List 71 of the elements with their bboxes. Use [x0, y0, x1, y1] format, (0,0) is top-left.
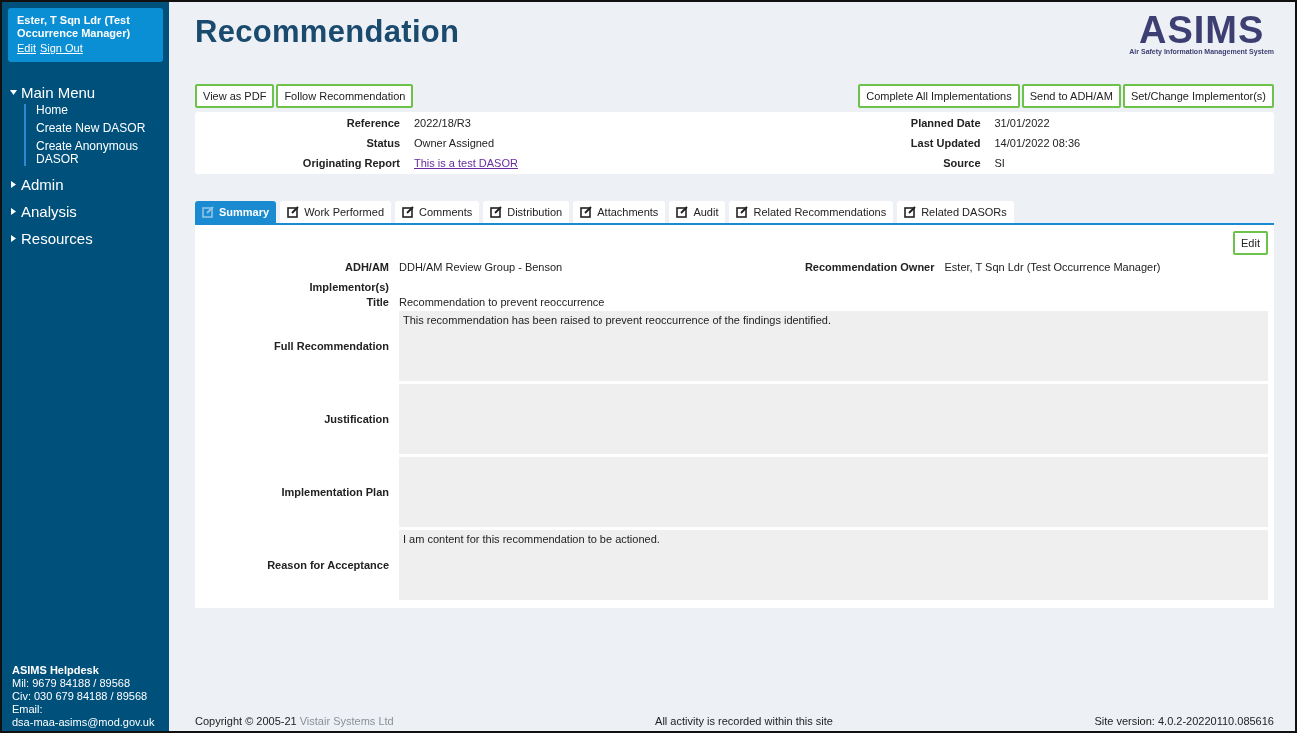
helpdesk-phone: Mil: 9679 84188 / 89568 — [12, 677, 132, 690]
text-area[interactable]: I am content for this recommendation to be actioned. — [399, 530, 1268, 600]
field-value: Ester, T Sqn Ldr (Test Occurrence Manager) — [944, 261, 1162, 273]
copyright-text: Copyright © 2005-21 — [195, 715, 297, 727]
edit-button[interactable]: Edit — [1233, 231, 1268, 255]
report-link[interactable]: This is a test DASOR — [414, 157, 518, 169]
caret-right-icon — [10, 181, 17, 188]
field-value: 31/01/2022 — [994, 117, 1051, 129]
tab[interactable]: Related Recommendations — [729, 201, 894, 223]
field-label: Status — [365, 137, 400, 149]
menu-section[interactable]: Analysis — [8, 203, 163, 220]
tab[interactable]: Comments — [395, 201, 480, 223]
field-label: Source — [942, 157, 981, 169]
action-button[interactable]: Send to ADH/AM — [1021, 84, 1121, 108]
field-label: Last Updated — [909, 137, 981, 149]
action-button[interactable]: Complete All Implementations — [858, 84, 1020, 108]
field-label: Title — [365, 296, 389, 308]
caret-right-icon — [10, 235, 17, 242]
edit-icon — [736, 206, 749, 218]
action-button[interactable]: Follow Recommendation — [276, 84, 414, 108]
user-name: Ester, T Sqn Ldr (Test Occurrence Manager) — [17, 14, 132, 40]
tab[interactable]: Summary — [195, 201, 277, 223]
field-label: Planned Date — [909, 117, 981, 129]
field-label: Reason for Acceptance — [266, 559, 389, 571]
field-label: Originating Report — [301, 157, 400, 169]
edit-icon — [580, 206, 593, 218]
edit-icon — [904, 206, 917, 218]
edit-icon — [676, 206, 689, 218]
action-button[interactable]: View as PDF — [195, 84, 275, 108]
email-label: Email: — [12, 703, 43, 715]
site-version: Site version: 4.0.2-20220110.085616 — [1094, 715, 1274, 727]
field-value: Recommendation to prevent reoccurrence — [399, 296, 606, 308]
tab[interactable]: Audit — [669, 201, 726, 223]
field-label: Implementation Plan — [280, 486, 389, 498]
caret-right-icon — [10, 208, 17, 215]
tab[interactable]: Related DASORs — [897, 201, 1014, 223]
caret-down-icon — [10, 89, 17, 96]
field-value: SI — [994, 157, 1006, 169]
field-value: DDH/AM Review Group - Benson — [399, 261, 564, 273]
logo-name: ASIMS — [1138, 12, 1265, 48]
edit-icon — [490, 206, 503, 218]
edit-icon — [287, 206, 300, 218]
field-label: Full Recommendation — [273, 340, 389, 352]
field-label: Implementor(s) — [308, 281, 389, 293]
menu-item[interactable]: Create Anonymous DASOR — [36, 140, 163, 166]
edit-icon — [402, 206, 414, 218]
text-area[interactable]: This recommendation has been raised to prevent reoccurrence of the findings identified. — [399, 311, 1268, 381]
activity-notice: All activity is recorded within this site — [655, 715, 833, 727]
field-value: Owner Assigned — [414, 137, 496, 149]
field-label: ADH/AM — [344, 261, 389, 273]
helpdesk-phone: Civ: 030 679 84188 / 89568 — [12, 690, 149, 703]
tab[interactable]: Attachments — [573, 201, 666, 223]
menu-section[interactable]: Resources — [8, 230, 163, 247]
menu-section[interactable]: Main Menu — [8, 84, 163, 101]
field-value: 14/01/2022 08:36 — [994, 137, 1082, 149]
page-title: Recommendation — [195, 14, 460, 50]
field-value: 2022/18/R3 — [414, 117, 472, 129]
menu-item[interactable]: Home — [36, 104, 163, 117]
tab[interactable]: Distribution — [483, 201, 570, 223]
edit-icon — [202, 206, 214, 218]
field-label: Reference — [345, 117, 400, 129]
action-button[interactable]: Set/Change Implementor(s) — [1122, 84, 1274, 108]
field-label: Justification — [323, 413, 389, 425]
user-link[interactable]: Edit — [17, 42, 36, 55]
tab[interactable]: Work Performed — [280, 201, 391, 223]
menu-section[interactable]: Admin — [8, 176, 163, 193]
user-link[interactable]: Sign Out — [39, 42, 83, 55]
helpdesk-title: ASIMS Helpdesk — [12, 664, 100, 677]
email-link[interactable]: dsa-maa-asims@mod.gov.uk — [12, 716, 159, 729]
menu-item[interactable]: Create New DASOR — [36, 122, 163, 135]
field-label: Recommendation Owner — [803, 261, 935, 273]
